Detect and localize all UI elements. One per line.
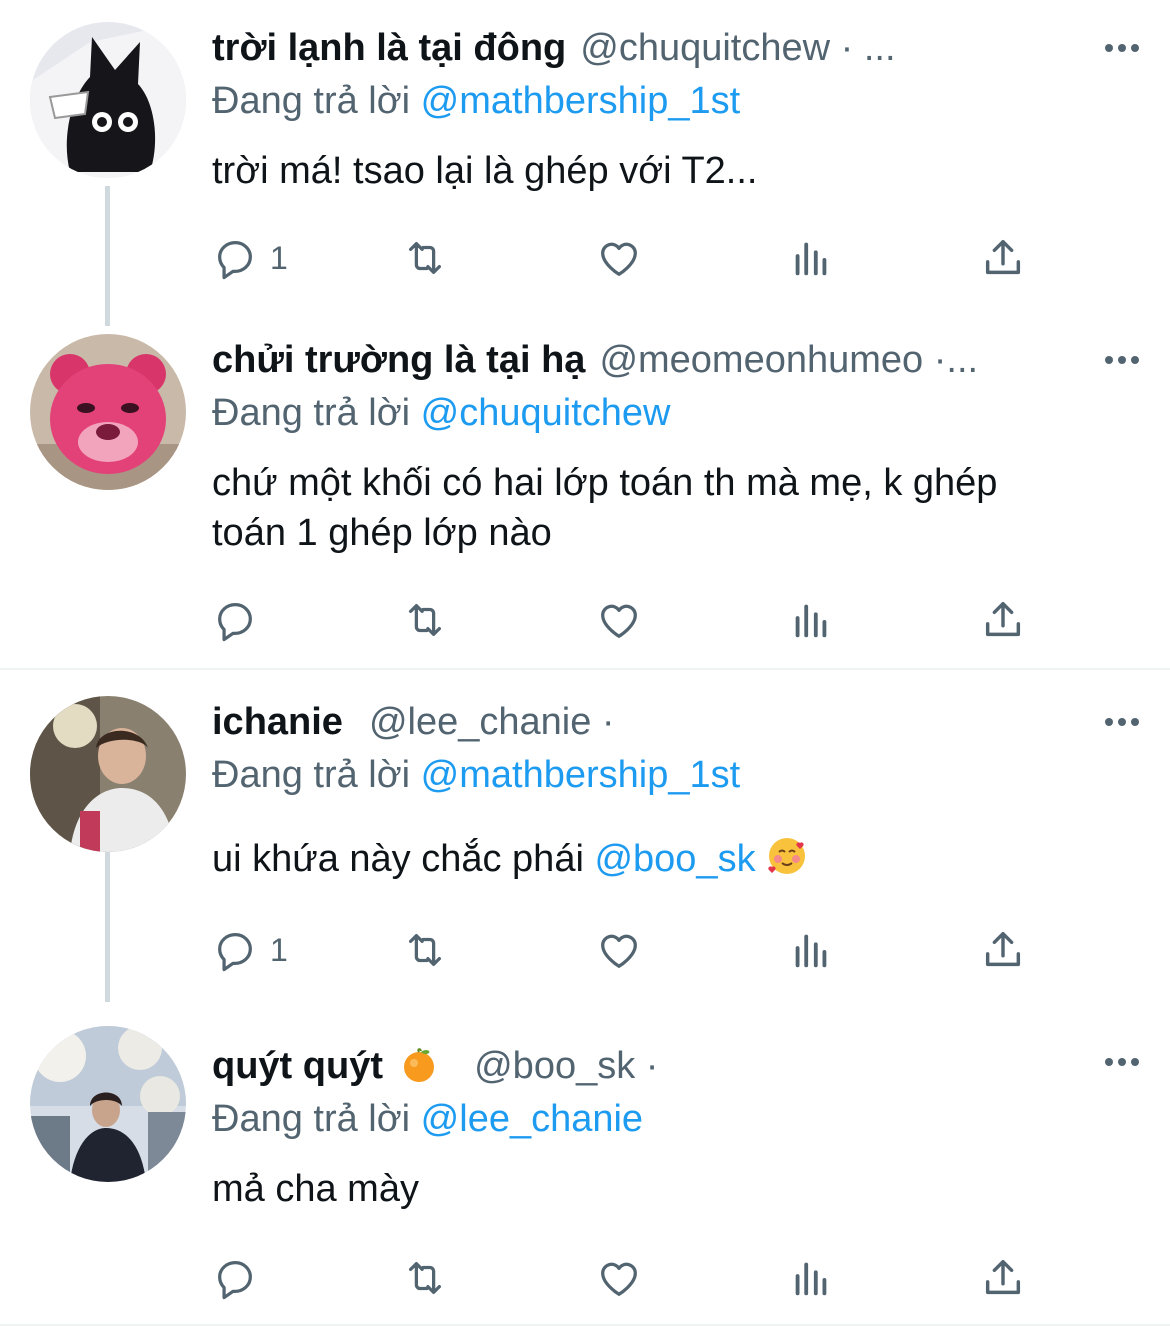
analytics-icon xyxy=(795,934,827,968)
retweet-icon xyxy=(408,1261,442,1295)
user-handle[interactable]: @chuquitchew · ... xyxy=(580,27,895,69)
replying-to-mention[interactable]: @chuquitchew xyxy=(421,392,671,434)
conversation-divider xyxy=(0,668,1170,670)
avatar-meomeonhumeo[interactable] xyxy=(30,334,186,490)
share-button[interactable] xyxy=(980,230,1026,286)
reply-icon xyxy=(218,933,252,972)
analytics-button[interactable] xyxy=(788,592,834,648)
display-name[interactable]: quýt quýt xyxy=(212,1045,383,1087)
analytics-button[interactable] xyxy=(788,922,834,978)
tweet-text-content: ui khứa này chắc phái xyxy=(212,838,595,880)
replying-to-label: Đang trả lời xyxy=(212,80,411,122)
analytics-icon xyxy=(795,604,827,638)
analytics-button[interactable] xyxy=(788,230,834,286)
like-icon xyxy=(601,1262,637,1296)
user-handle[interactable]: @lee_chanie · xyxy=(369,701,615,743)
display-name[interactable]: chửi trường là tại hạ xyxy=(212,339,585,381)
share-icon xyxy=(985,239,1021,275)
tweet-actions: 1 xyxy=(212,922,1042,978)
reply-count: 1 xyxy=(270,931,288,968)
replying-to: Đang trả lời @mathbership_1st xyxy=(212,76,740,126)
user-handle[interactable]: @meomeonhumeo ·... xyxy=(599,339,978,381)
replying-to-mention[interactable]: @lee_chanie xyxy=(421,1098,643,1140)
tweet-text: chứ một khối có hai lớp toán th mà mẹ, k… xyxy=(212,458,1142,558)
avatar-black-cat-image xyxy=(30,22,186,178)
replying-to: Đang trả lời @lee_chanie xyxy=(212,1094,643,1144)
tweet-header: quýt quýt @boo_sk · xyxy=(212,1038,658,1098)
like-button[interactable] xyxy=(596,1250,642,1306)
share-button[interactable] xyxy=(980,1250,1026,1306)
analytics-icon xyxy=(795,1262,827,1296)
replying-to: Đang trả lời @chuquitchew xyxy=(212,388,671,438)
tweet-mention-link[interactable]: @boo_sk xyxy=(594,838,755,880)
like-icon xyxy=(601,934,637,968)
more-icon[interactable] xyxy=(1100,1040,1144,1084)
like-button[interactable] xyxy=(596,592,642,648)
retweet-button[interactable] xyxy=(402,230,448,286)
more-icon[interactable] xyxy=(1100,338,1144,382)
avatar-lee-chanie[interactable] xyxy=(30,696,186,852)
replying-to-label: Đang trả lời xyxy=(212,754,411,796)
retweet-icon xyxy=(408,603,442,637)
tweet-actions xyxy=(212,1250,1042,1306)
analytics-icon xyxy=(795,242,827,276)
tweet-text: ui khứa này chắc phái @boo_sk xyxy=(212,834,1142,890)
tweet-actions xyxy=(212,592,1042,648)
reply-icon xyxy=(218,241,252,280)
avatar-pink-bear-image xyxy=(30,334,186,490)
retweet-button[interactable] xyxy=(402,922,448,978)
share-button[interactable] xyxy=(980,922,1026,978)
avatar-photo xyxy=(30,1026,186,1182)
avatar-chuquitchew[interactable] xyxy=(30,22,186,178)
bottom-divider xyxy=(0,1324,1170,1326)
like-button[interactable] xyxy=(596,230,642,286)
more-icon[interactable] xyxy=(1100,700,1144,744)
thread-line xyxy=(105,186,110,326)
reply-icon xyxy=(218,603,252,642)
reply-button[interactable] xyxy=(212,1250,258,1306)
reply-count: 1 xyxy=(270,239,288,276)
retweet-button[interactable] xyxy=(402,592,448,648)
replying-to-label: Đang trả lời xyxy=(212,392,411,434)
tweet-text: mả cha mày xyxy=(212,1168,419,1210)
thread-line xyxy=(105,852,110,1002)
display-name[interactable]: trời lạnh là tại đông xyxy=(212,27,566,69)
user-handle[interactable]: @boo_sk · xyxy=(474,1045,658,1087)
more-icon[interactable] xyxy=(1100,26,1144,70)
analytics-button[interactable] xyxy=(788,1250,834,1306)
replying-to-mention[interactable]: @mathbership_1st xyxy=(421,80,741,122)
retweet-icon xyxy=(408,241,442,275)
avatar-boo-sk[interactable] xyxy=(30,1026,186,1182)
tweet-header: chửi trường là tại hạ @meomeonhumeo ·... xyxy=(212,332,978,392)
tweet-header: ichanie @lee_chanie · xyxy=(212,694,615,754)
smiling-face-with-hearts-emoji xyxy=(766,835,808,890)
tweet-text: trời má! tsao lại là ghép với T2... xyxy=(212,150,758,192)
reply-button[interactable] xyxy=(212,592,258,648)
tangerine-emoji xyxy=(400,1044,438,1100)
tweet-text-line: toán 1 ghép lớp nào xyxy=(212,512,552,554)
like-button[interactable] xyxy=(596,922,642,978)
replying-to-mention[interactable]: @mathbership_1st xyxy=(421,754,741,796)
display-name[interactable]: ichanie xyxy=(212,701,343,743)
share-icon xyxy=(985,1259,1021,1295)
tweet-actions: 1 xyxy=(212,230,1042,286)
replying-to: Đang trả lời @mathbership_1st xyxy=(212,750,740,800)
like-icon xyxy=(601,242,637,276)
replying-to-label: Đang trả lời xyxy=(212,1098,411,1140)
like-icon xyxy=(601,604,637,638)
reply-button[interactable]: 1 xyxy=(212,922,288,978)
tweet-text-line: chứ một khối có hai lớp toán th mà mẹ, k… xyxy=(212,462,998,504)
reply-button[interactable]: 1 xyxy=(212,230,288,286)
share-button[interactable] xyxy=(980,592,1026,648)
reply-icon xyxy=(218,1261,252,1300)
retweet-button[interactable] xyxy=(402,1250,448,1306)
tweet-header: trời lạnh là tại đông @chuquitchew · ... xyxy=(212,20,896,80)
share-icon xyxy=(985,601,1021,637)
retweet-icon xyxy=(408,933,442,967)
share-icon xyxy=(985,931,1021,967)
avatar-photo xyxy=(30,696,186,852)
